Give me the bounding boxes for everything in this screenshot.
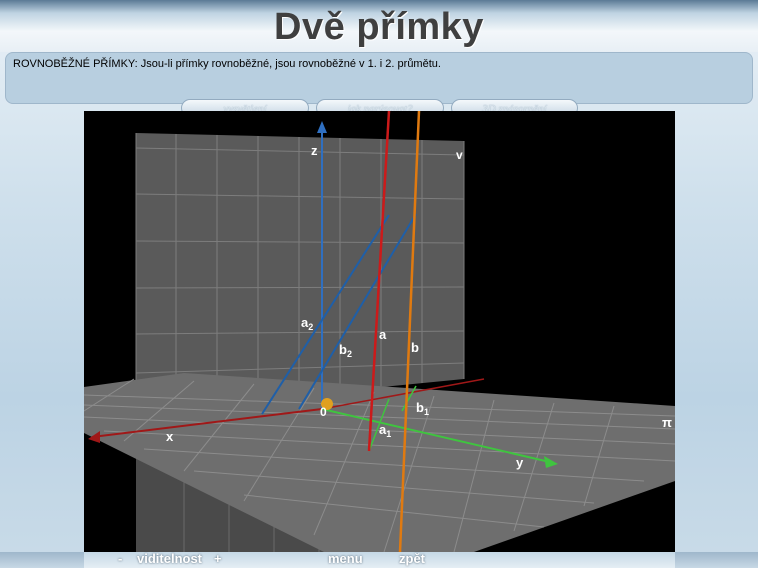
visibility-minus-button[interactable]: - xyxy=(118,551,122,566)
label-origin: 0 xyxy=(320,405,327,419)
title-bar: Dvě přímky xyxy=(0,0,758,52)
page-title: Dvě přímky xyxy=(274,6,484,48)
label-x: x xyxy=(166,429,174,444)
label-pi: π xyxy=(662,415,672,430)
label-z: z xyxy=(311,143,318,158)
menu-button[interactable]: menu xyxy=(328,551,363,566)
visibility-plus-button[interactable]: + xyxy=(214,551,222,566)
3d-scene-viewport[interactable]: z v x y π 0 a b a2 b2 a1 b1 xyxy=(84,111,675,552)
label-b: b xyxy=(411,340,419,355)
visibility-label: viditelnost xyxy=(137,551,203,566)
label-a: a xyxy=(379,327,387,342)
info-text: ROVNOBĚŽNÉ PŘÍMKY: Jsou-li přímky rovnob… xyxy=(13,58,441,70)
label-v: v xyxy=(456,148,463,162)
vertical-plane xyxy=(136,133,464,411)
axis-z-arrow xyxy=(317,121,327,133)
3d-scene: z v x y π 0 a b a2 b2 a1 b1 xyxy=(84,111,675,552)
info-panel: ROVNOBĚŽNÉ PŘÍMKY: Jsou-li přímky rovnob… xyxy=(5,52,753,104)
label-y: y xyxy=(516,455,524,470)
back-button[interactable]: zpět xyxy=(399,551,425,566)
